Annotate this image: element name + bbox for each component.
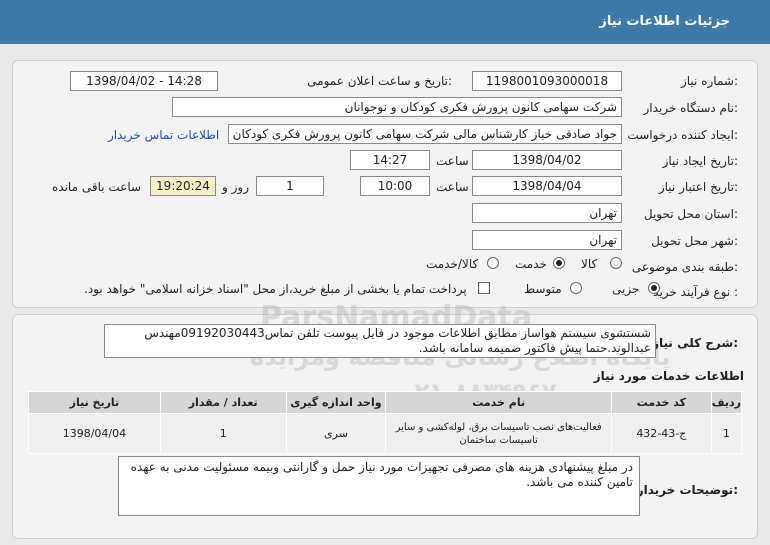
col-code: کد خدمت <box>610 391 712 414</box>
purchase-type-label: نوع فرآیند خرید : <box>653 285 738 299</box>
buyer-contact-link[interactable]: اطلاعات تماس خریدار <box>108 128 219 142</box>
created-time-field[interactable]: 14:27 <box>350 150 430 170</box>
remaining-label: ساعت باقی مانده <box>52 180 142 194</box>
created-date-label: تاریخ ایجاد نیاز: <box>662 154 738 168</box>
validity-date-field[interactable]: 1398/04/04 <box>472 176 622 196</box>
validity-time-label: ساعت <box>436 180 469 194</box>
days-field[interactable]: 1 <box>256 176 324 196</box>
days-label: روز و <box>222 180 249 194</box>
description-label: شرح کلی نیاز: <box>652 336 738 350</box>
col-name: نام خدمت <box>385 391 612 414</box>
page-title: جزئیات اطلاعات نیاز <box>599 14 730 29</box>
purchase-radio-small[interactable] <box>648 282 660 294</box>
creator-label: ایجاد کننده درخواست: <box>627 128 738 142</box>
buyer-notes-field[interactable]: در مبلغ پیشنهادی هزینه های مصرفی تجهیزات… <box>118 456 640 516</box>
announce-field[interactable]: 1398/04/02 - 14:28 <box>70 71 218 91</box>
cell-unit: سری <box>285 413 387 454</box>
creator-field[interactable]: جواد صادقی خباز کارشناس مالی شرکت سهامی … <box>228 124 622 144</box>
table-row[interactable]: 1 ج-43-432 فعالیت‌های نصب تاسیسات برق، ل… <box>28 413 743 454</box>
col-unit: واحد اندازه گیری <box>285 391 387 414</box>
services-title: اطلاعات خدمات مورد نیاز <box>593 369 744 383</box>
description-field[interactable]: شستشوی سیستم هواساز مطابق اطلاعات موجود … <box>104 324 656 358</box>
announce-label: تاریخ و ساعت اعلان عمومی: <box>307 74 452 88</box>
category-radio-service[interactable] <box>553 257 565 269</box>
treasury-checkbox[interactable] <box>478 282 490 294</box>
category-radio-goods[interactable] <box>610 257 622 269</box>
col-date: تاریخ نیاز <box>28 391 161 414</box>
cell-name: فعالیت‌های نصب تاسیسات برق، لوله‌کشی و س… <box>385 413 612 454</box>
treasury-note: پرداخت تمام یا بخشی از مبلغ خرید،از محل … <box>84 282 467 296</box>
buyer-org-label: نام دستگاه خریدار: <box>643 101 739 115</box>
buyer-org-field[interactable]: شرکت سهامی کانون پرورش فکری کودکان و نوج… <box>172 97 622 117</box>
services-table: ردیف کد خدمت نام خدمت واحد اندازه گیری ت… <box>28 391 743 454</box>
cell-date: 1398/04/04 <box>28 413 161 454</box>
category-goods-service-label: کالا/خدمت <box>426 257 479 271</box>
buyer-notes-label: توضیحات خریدار: <box>636 483 738 497</box>
need-number-label: شماره نیاز: <box>680 74 738 88</box>
category-label: طبقه بندی موضوعی: <box>631 260 738 274</box>
created-time-label: ساعت <box>436 154 469 168</box>
cell-qty: 1 <box>159 413 287 454</box>
city-label: شهر محل تحویل: <box>651 234 738 248</box>
purchase-small-label: جزیی <box>612 282 640 296</box>
province-label: استان محل تحویل: <box>643 207 738 221</box>
services-header-row: ردیف کد خدمت نام خدمت واحد اندازه گیری ت… <box>28 391 743 414</box>
title-bar: جزئیات اطلاعات نیاز <box>0 0 770 44</box>
province-field[interactable]: تهران <box>472 203 622 223</box>
purchase-radio-medium[interactable] <box>570 282 582 294</box>
purchase-medium-label: متوسط <box>524 282 562 296</box>
validity-date-label: تاریخ اعتبار نیاز: <box>658 180 738 194</box>
created-date-field[interactable]: 1398/04/02 <box>472 150 622 170</box>
remaining-time-field: 19:20:24 <box>150 176 216 196</box>
category-radio-goods-service[interactable] <box>487 257 499 269</box>
col-qty: تعداد / مقدار <box>159 391 287 414</box>
city-field[interactable]: تهران <box>472 230 622 250</box>
category-service-label: خدمت <box>515 257 547 271</box>
cell-code: ج-43-432 <box>610 413 712 454</box>
category-goods-label: کالا <box>581 257 598 271</box>
cell-row: 1 <box>710 413 743 454</box>
need-number-field[interactable]: 1198001093000018 <box>472 71 622 91</box>
col-row: ردیف <box>710 391 743 414</box>
validity-time-field[interactable]: 10:00 <box>360 176 430 196</box>
